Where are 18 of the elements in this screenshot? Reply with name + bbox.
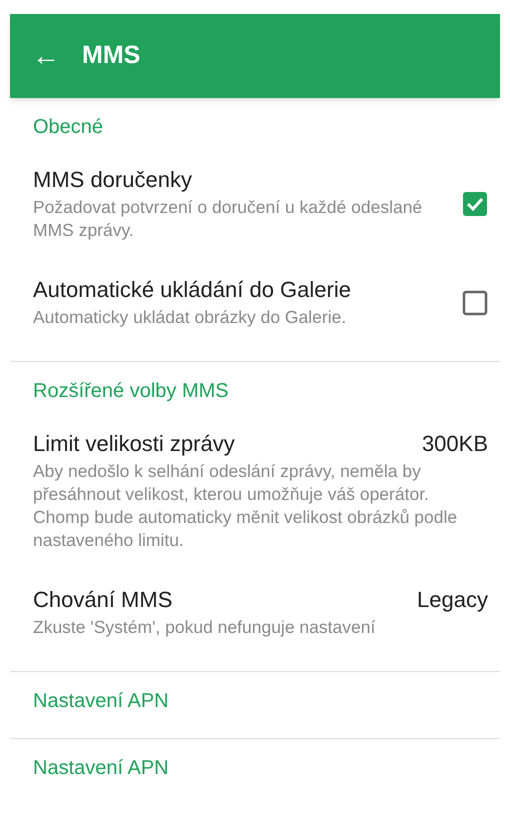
- setting-summary: Zkuste 'Systém', pokud nefunguje nastavení: [33, 616, 376, 639]
- setting-title: Automatické ukládání do Galerie: [33, 276, 351, 304]
- setting-summary: Požadovat potvrzení o doručení u každé odeslané MMS zprávy.: [33, 196, 424, 242]
- setting-title: Chování MMS: [33, 586, 172, 614]
- checked-checkbox[interactable]: [462, 191, 488, 217]
- setting-summary: Automaticky ukládat obrázky do Galerie.: [33, 306, 348, 329]
- section-header: Nastavení APN: [32, 689, 170, 714]
- setting-title: Limit velikosti zprávy: [33, 430, 235, 458]
- checkbox[interactable]: [462, 290, 488, 316]
- setting-title: MMS doručenky: [33, 166, 192, 194]
- toolbar-title: MMS: [82, 40, 140, 72]
- setting-summary: Aby nedošlo k selhání odeslání zprávy, neměla by přesáhnout velikost, kterou umožňuje váš operátor. Chomp bude automaticky měnit velikost obrázků podle nastaveného limitu.: [33, 460, 458, 552]
- section-header: Nastavení APN: [32, 756, 170, 781]
- section-header: Rozšířené volby MMS: [32, 379, 230, 404]
- setting-value: Legacy: [417, 586, 488, 614]
- back-button[interactable]: ←: [32, 42, 60, 70]
- section-header: Obecné: [32, 115, 104, 140]
- setting-value: 300KB: [422, 430, 488, 458]
